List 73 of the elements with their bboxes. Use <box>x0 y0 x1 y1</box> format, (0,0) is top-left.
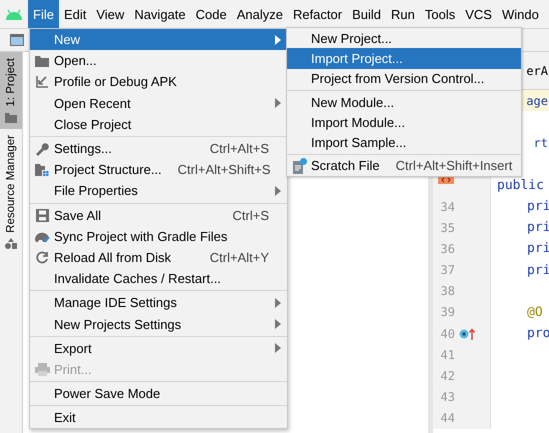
menu-bar-item[interactable]: Windo <box>496 0 544 28</box>
line-number: 43 <box>440 390 455 404</box>
menu-item[interactable]: Exit <box>30 407 287 428</box>
menu-bar-item[interactable]: VCS <box>460 0 497 28</box>
wrench-icon <box>35 142 49 156</box>
menu-item[interactable]: New Module... <box>287 92 521 112</box>
line-number: 39 <box>440 305 455 320</box>
submenu-arrow-icon <box>275 186 281 196</box>
submenu-arrow-icon <box>275 343 281 354</box>
menu-item[interactable]: Settings... Ctrl+Alt+S <box>30 138 287 160</box>
menu-item[interactable]: Save All Ctrl+S <box>30 204 287 226</box>
menu-item[interactable]: Invalidate Caches / Restart... <box>30 268 287 290</box>
menu-bar-item[interactable]: Refactor <box>288 0 348 28</box>
menu-item[interactable]: Open Recent <box>30 92 287 114</box>
menu-bar-item[interactable]: Navigate <box>129 0 191 28</box>
menu-bar-item[interactable]: Code <box>190 0 232 28</box>
menu-item[interactable]: Project Structure... Ctrl+Alt+Shift+S <box>30 159 287 180</box>
menu-item[interactable]: Scratch File Ctrl+Alt+Shift+Insert <box>287 156 521 176</box>
line-number: 34 <box>440 200 455 214</box>
android-logo-icon <box>5 8 23 20</box>
menu-bar-item[interactable]: Edit <box>58 0 92 28</box>
line-number: 38 <box>440 284 455 298</box>
menu-item[interactable]: Import Module... <box>287 112 521 132</box>
shapes-icon <box>5 238 17 250</box>
menu-bar-item[interactable]: File <box>28 0 59 28</box>
line-number: 36 <box>440 242 455 256</box>
menu-item[interactable]: Manage IDE Settings <box>30 292 287 314</box>
menu-item[interactable]: File Properties <box>30 180 287 202</box>
window-icon[interactable] <box>10 34 24 46</box>
code-line: @O <box>527 304 544 320</box>
menu-item[interactable]: New <box>30 29 287 50</box>
menu-bar-item[interactable]: View <box>91 0 130 28</box>
submenu-arrow-icon <box>275 319 281 330</box>
menu-item[interactable]: New Projects Settings <box>30 313 287 335</box>
menu-item[interactable]: Open... <box>30 50 287 72</box>
editor-tab[interactable]: erA <box>526 64 549 78</box>
reload-icon <box>36 250 48 264</box>
menu-item[interactable]: Export <box>30 338 287 359</box>
menu-item[interactable]: Project from Version Control... <box>287 68 521 89</box>
line-number: 40 <box>440 326 455 341</box>
tool-window-tab[interactable]: Resource Manager <box>0 128 22 256</box>
tool-window-tab[interactable]: 1: Project <box>0 52 22 129</box>
menu-bar-item[interactable]: Tools <box>420 0 460 28</box>
code-line: rt <box>534 136 549 150</box>
document-icon <box>292 158 306 174</box>
menu-item[interactable]: Import Project... <box>287 48 521 69</box>
menu-bar-item[interactable]: Run <box>386 0 420 28</box>
menu-item[interactable]: New Project... <box>287 28 521 48</box>
submenu-arrow-icon <box>275 298 281 308</box>
folder-icon <box>5 112 17 123</box>
menu-bar-item[interactable]: Analyze <box>232 0 288 28</box>
arrow-icon <box>36 75 48 88</box>
override-icon <box>459 328 477 340</box>
menu-item[interactable]: Profile or Debug APK <box>30 71 287 93</box>
line-number: 35 <box>440 220 455 235</box>
menu-bar-item[interactable]: Build <box>347 0 386 28</box>
menu-item[interactable]: Power Save Mode <box>30 383 287 404</box>
line-number: 42 <box>440 369 455 384</box>
code-line: age <box>526 94 549 108</box>
folder-icon <box>35 54 49 67</box>
menu-item[interactable]: Import Sample... <box>287 132 521 153</box>
line-number: 37 <box>440 263 455 278</box>
menu-item[interactable]: Close Project <box>30 114 287 135</box>
menu-item[interactable]: Reload All from Disk Ctrl+Alt+Y <box>30 246 287 268</box>
submenu-arrow-icon <box>275 98 281 108</box>
folder-icon <box>35 164 49 176</box>
printer-icon <box>34 362 50 376</box>
submenu-arrow-icon <box>275 34 281 45</box>
line-number: 41 <box>440 348 455 362</box>
menu-item[interactable]: Sync Project with Gradle Files <box>30 226 287 247</box>
line-number: 44 <box>440 411 455 426</box>
code-line: public <box>497 178 545 193</box>
save-icon <box>36 208 48 222</box>
